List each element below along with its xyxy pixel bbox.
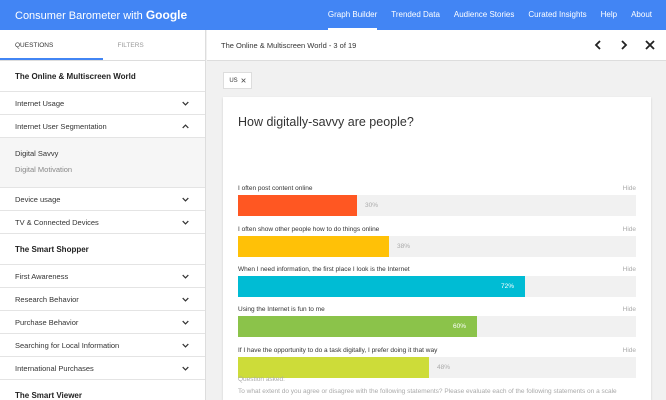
sidebar-item-device-usage[interactable]: Device usage xyxy=(0,188,205,211)
brand-text: Consumer Barometer with xyxy=(15,10,143,22)
sidebar-item-label: First Awareness xyxy=(15,271,69,281)
sidebar-item-internet-usage[interactable]: Internet Usage xyxy=(0,92,205,115)
answer-bar-track: 72% xyxy=(238,276,636,297)
main-header: The Online & Multiscreen World - 3 of 19 xyxy=(207,30,666,61)
sidebar-item-tv-connected-devices[interactable]: TV & Connected Devices xyxy=(0,211,205,234)
chevron-down-icon xyxy=(182,320,189,325)
header-icons xyxy=(592,39,656,51)
answer-item: If I have the opportunity to do a task d… xyxy=(238,347,636,378)
brand-google: Google xyxy=(145,8,188,22)
sidebar-item-label: Searching for Local Information xyxy=(15,340,120,350)
answer-bar xyxy=(238,316,477,337)
sidebar-subitem-digital-motivation[interactable]: Digital Motivation xyxy=(15,162,190,178)
answer-label: I often show other people how to do thin… xyxy=(238,226,380,233)
nav-graph-builder[interactable]: Graph Builder xyxy=(327,0,378,30)
nav-about[interactable]: About xyxy=(631,0,652,30)
answer-label: I often post content online xyxy=(238,185,313,192)
close-icon[interactable] xyxy=(240,78,246,83)
chip-label: US xyxy=(229,77,238,84)
answer-bar xyxy=(238,195,357,216)
sidebar-item-label: Internet User Segmentation xyxy=(15,121,107,131)
main-panel: The Online & Multiscreen World - 3 of 19… xyxy=(207,30,666,400)
sidebar-item-purchase-behavior[interactable]: Purchase Behavior xyxy=(0,311,205,334)
hide-link[interactable]: Hide xyxy=(623,185,636,192)
question-asked-label: Question asked: xyxy=(238,376,285,383)
nav-help[interactable]: Help xyxy=(601,0,617,30)
answer-label: If I have the opportunity to do a task d… xyxy=(238,347,438,354)
hide-link[interactable]: Hide xyxy=(623,347,636,354)
sidebar-item-label: Device usage xyxy=(15,194,61,204)
sidebar-item-label: TV & Connected Devices xyxy=(15,217,99,227)
hide-link[interactable]: Hide xyxy=(623,226,636,233)
chevron-down-icon xyxy=(182,366,189,371)
sidebar-item-label: Purchase Behavior xyxy=(15,317,79,327)
top-bar: Consumer Barometer with Google Graph Bui… xyxy=(0,0,666,30)
answer-value: 48% xyxy=(437,364,451,371)
brand-logo[interactable]: Consumer Barometer with Google xyxy=(15,8,187,22)
chevron-right-icon[interactable] xyxy=(618,39,630,51)
chevron-down-icon xyxy=(182,274,189,279)
close-icon[interactable] xyxy=(644,39,656,51)
sidebar: QUESTIONS FILTERS The Online & Multiscre… xyxy=(0,30,206,400)
sidebar-item-internet-user-segmentation[interactable]: Internet User Segmentation xyxy=(0,115,205,138)
answer-label: Using the Internet is fun to me xyxy=(238,306,325,313)
sidebar-item-international-purchases[interactable]: International Purchases xyxy=(0,357,205,380)
sidebar-item-first-awareness[interactable]: First Awareness xyxy=(0,265,205,288)
tab-questions[interactable]: QUESTIONS xyxy=(0,30,103,60)
answer-value: 38% xyxy=(397,243,411,250)
sidebar-item-label: Internet Usage xyxy=(15,98,65,108)
answer-item: Using the Internet is fun to me Hide 60% xyxy=(238,306,636,337)
tab-filters[interactable]: FILTERS xyxy=(103,30,206,60)
answer-bar xyxy=(238,357,429,378)
chevron-down-icon xyxy=(182,101,189,106)
chevron-left-icon[interactable] xyxy=(592,39,604,51)
question-title: How digitally-savvy are people? xyxy=(238,115,414,129)
sidebar-item-label: Research Behavior xyxy=(15,294,79,304)
answer-value: 72% xyxy=(501,283,515,290)
main-nav: Graph Builder Trended Data Audience Stor… xyxy=(327,0,652,30)
answer-item: I often post content online Hide 30% xyxy=(238,185,636,216)
nav-audience-stories[interactable]: Audience Stories xyxy=(454,0,514,30)
chevron-down-icon xyxy=(182,297,189,302)
answer-item: I often show other people how to do thin… xyxy=(238,226,636,257)
question-asked-text: To what extent do you agree or disagree … xyxy=(238,388,617,395)
answer-bar-track: 48% xyxy=(238,357,636,378)
answer-value: 30% xyxy=(365,202,379,209)
hide-link[interactable]: Hide xyxy=(623,306,636,313)
nav-trended-data[interactable]: Trended Data xyxy=(391,0,440,30)
sidebar-subitem-digital-savvy[interactable]: Digital Savvy xyxy=(15,146,190,162)
answer-bar-track: 38% xyxy=(238,236,636,257)
page-title: The Online & Multiscreen World - 3 of 19 xyxy=(221,41,357,50)
section-title-smart-shopper: The Smart Shopper xyxy=(0,234,205,265)
sidebar-item-label: International Purchases xyxy=(15,363,94,373)
chevron-up-icon xyxy=(182,123,189,128)
section-title-smart-viewer: The Smart Viewer xyxy=(0,380,205,400)
section-title-online-multiscreen: The Online & Multiscreen World xyxy=(0,61,205,92)
answer-bar-track: 60% xyxy=(238,316,636,337)
chevron-down-icon xyxy=(182,343,189,348)
answer-label: When I need information, the first place… xyxy=(238,266,410,273)
filter-chip-us[interactable]: US xyxy=(223,72,252,89)
sidebar-item-searching-local[interactable]: Searching for Local Information xyxy=(0,334,205,357)
answer-value: 60% xyxy=(453,323,467,330)
hide-link[interactable]: Hide xyxy=(623,266,636,273)
answer-item: When I need information, the first place… xyxy=(238,266,636,297)
sidebar-tabs: QUESTIONS FILTERS xyxy=(0,30,205,61)
answer-bar-track: 30% xyxy=(238,195,636,216)
question-card: How digitally-savvy are people? I often … xyxy=(223,97,651,400)
chevron-down-icon xyxy=(182,220,189,225)
answer-bar xyxy=(238,276,525,297)
sidebar-subitems: Digital Savvy Digital Motivation xyxy=(0,138,205,188)
sidebar-item-research-behavior[interactable]: Research Behavior xyxy=(0,288,205,311)
nav-curated-insights[interactable]: Curated Insights xyxy=(528,0,586,30)
chevron-down-icon xyxy=(182,197,189,202)
answer-bar xyxy=(238,236,389,257)
